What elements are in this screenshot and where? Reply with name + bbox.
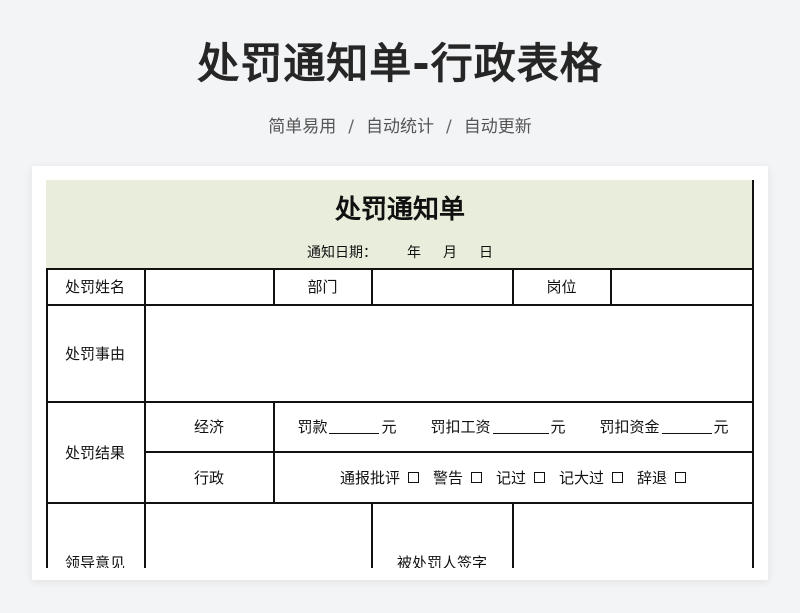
option-label: 通报批评 [339,468,400,487]
subtitle-item: 自动统计 [366,117,434,137]
admin-label: 行政 [193,468,224,487]
subtitle-item: 自动更新 [463,117,532,137]
grid-line [752,180,754,568]
subtitle-item: 简单易用 [268,117,337,137]
checkbox[interactable] [470,471,482,483]
signature-label: 被处罚人签字 [396,553,487,569]
opinion-label: 领导意见 [64,553,125,569]
result-label: 处罚结果 [64,443,125,462]
deduct-salary-blank[interactable] [492,420,549,434]
checkbox[interactable] [675,471,687,483]
economic-label: 经济 [193,418,224,436]
page-title: 处罚通知单-行政表格 [197,39,603,88]
deduct-salary-label: 罚扣工资 [430,418,491,436]
name-label: 处罚姓名 [64,278,125,296]
fine-unit: 元 [381,418,397,436]
deduct-salary-unit: 元 [550,418,566,436]
economic-penalty-fields[interactable]: 罚款 元 罚扣工资 元 罚扣资金 元 [274,402,752,451]
department-field[interactable] [372,269,512,304]
opinion-field[interactable] [145,503,371,568]
post-field[interactable] [611,269,752,304]
admin-penalty-options: 通报批评 警告 记过 记大过 辞退 [274,452,752,502]
checkbox[interactable] [407,471,419,483]
deduct-fund-unit: 元 [713,418,729,436]
page-subtitle: 简单易用 / 自动统计 / 自动更新 [0,112,800,137]
reason-field[interactable] [145,305,752,401]
subtitle-separator: / [446,117,452,137]
deduct-fund-label: 罚扣资金 [599,418,660,436]
form-grid: 处罚姓名 部门 岗位 处罚事由 处罚结果 经济 罚款元 罚扣工资元 罚扣资金元 … [46,180,754,568]
option-label: 辞退 [637,468,668,487]
penalty-form: 处罚通知单 通知日期：年月日 处罚姓名 部门 岗位 处罚事由 处罚结果 经济 罚… [46,180,754,568]
fine-blank[interactable] [329,420,380,434]
signature-field[interactable] [513,503,752,568]
checkbox[interactable] [534,471,545,483]
option-label: 警告 [432,468,463,487]
name-field[interactable] [145,269,273,304]
checkbox[interactable] [612,471,624,483]
option-label: 记过 [495,468,526,487]
reason-label: 处罚事由 [64,344,125,363]
option-label: 记大过 [559,468,605,487]
deduct-fund-blank[interactable] [661,420,712,434]
post-label: 岗位 [546,278,577,296]
subtitle-separator: / [348,117,354,137]
department-label: 部门 [307,278,338,296]
fine-label: 罚款 [297,418,328,436]
